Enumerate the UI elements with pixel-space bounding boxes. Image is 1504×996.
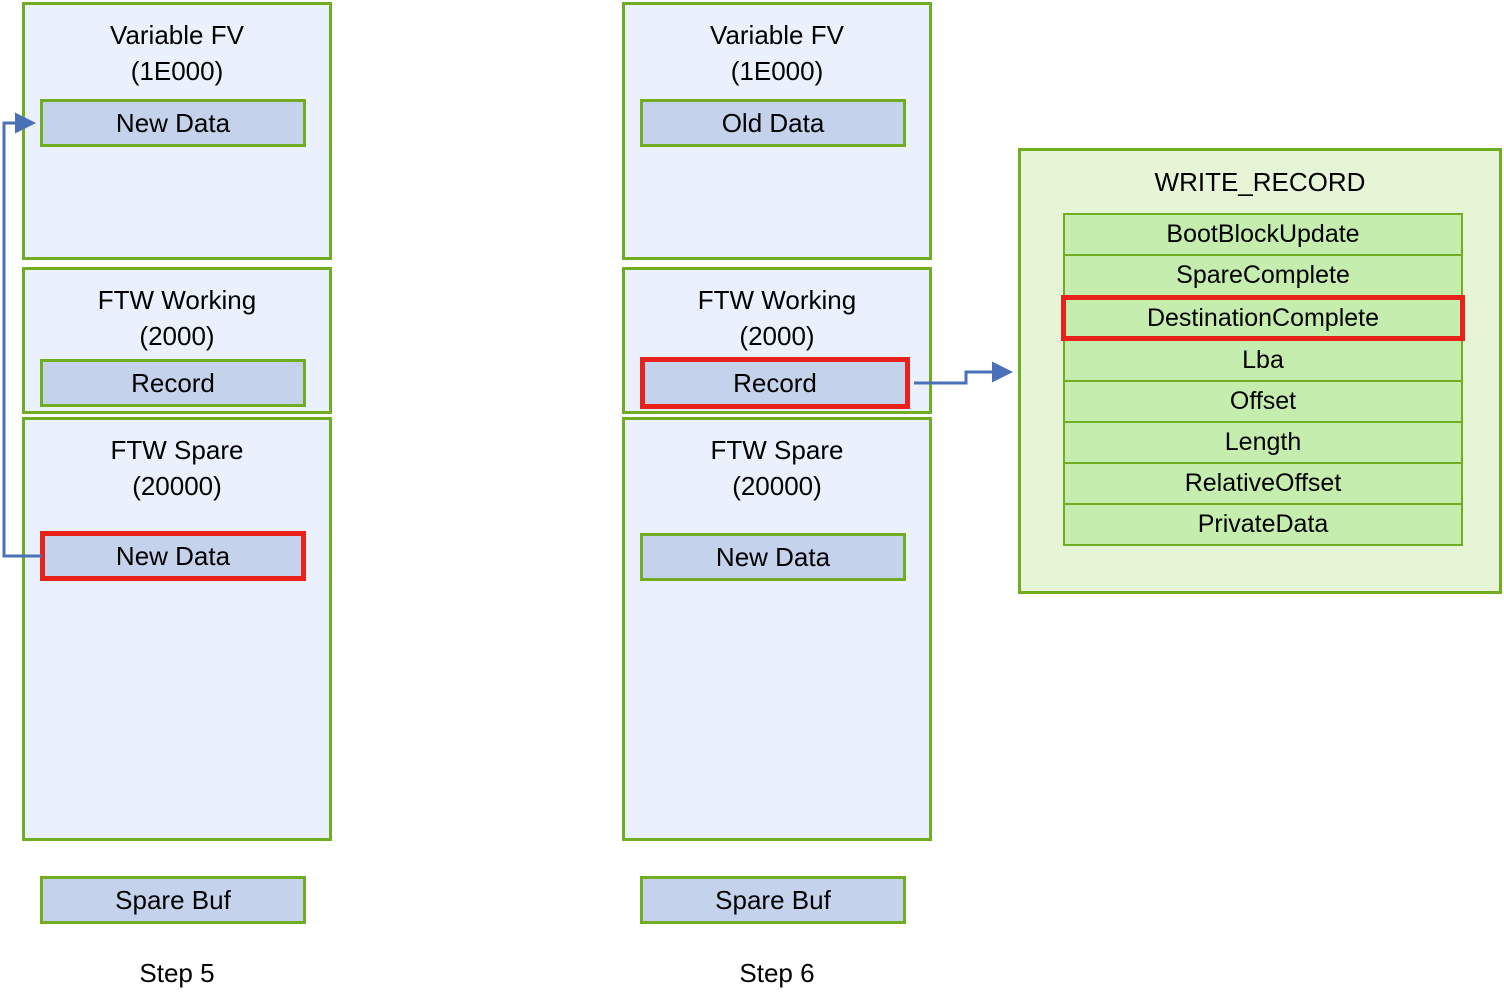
step5-ftw-spare-title: FTW Spare (20000) <box>110 435 244 501</box>
step5-ftw-spare-region: FTW Spare (20000) <box>22 417 332 841</box>
write-record-field-label: SpareComplete <box>1176 261 1350 289</box>
step6-ftw-spare-title: FTW Spare (20000) <box>710 435 844 501</box>
step6-variable-fv-data-label: Old Data <box>721 107 825 138</box>
step5-variable-fv-data-label: New Data <box>115 107 231 138</box>
write-record-title: WRITE_RECORD <box>1154 167 1366 197</box>
step5-ftw-working-data-label: Record <box>131 367 215 398</box>
step5-ftw-spare-data-block: New Data <box>40 531 306 581</box>
write-record-field-row: BootBlockUpdate <box>1063 213 1463 256</box>
write-record-field-label: PrivateData <box>1197 510 1329 538</box>
write-record-field-row: PrivateData <box>1063 503 1463 546</box>
step6-caption: Step 6 <box>622 958 932 989</box>
step6-caption-label: Step 6 <box>739 958 815 988</box>
write-record-field-label: BootBlockUpdate <box>1166 220 1360 248</box>
step6-ftw-working-title: FTW Working (2000) <box>697 285 857 351</box>
step6-variable-fv-data-block: Old Data <box>640 99 906 147</box>
step5-ftw-spare-data-label: New Data <box>115 540 231 571</box>
step6-ftw-spare-region: FTW Spare (20000) <box>622 417 932 841</box>
step6-variable-fv-title: Variable FV (1E000) <box>710 20 844 86</box>
step5-ftw-working-data-block: Record <box>40 359 306 407</box>
step5-variable-fv-title: Variable FV (1E000) <box>110 20 244 86</box>
step6-ftw-spare-data-block: New Data <box>640 533 906 581</box>
write-record-field-label: RelativeOffset <box>1184 469 1342 497</box>
write-record-field-label: Lba <box>1242 346 1284 374</box>
step5-spare-buf-label: Spare Buf <box>115 884 231 915</box>
write-record-panel: WRITE_RECORD BootBlockUpdate SpareComple… <box>1018 148 1502 594</box>
write-record-field-label: Offset <box>1229 387 1297 415</box>
write-record-field-row: RelativeOffset <box>1063 462 1463 505</box>
write-record-field-row-highlighted: DestinationComplete <box>1061 295 1465 341</box>
write-record-field-label: Length <box>1224 428 1302 456</box>
diagram-canvas: Variable FV (1E000) New Data FTW Working… <box>0 0 1504 996</box>
write-record-field-list: BootBlockUpdate SpareComplete Destinatio… <box>1061 213 1465 546</box>
step6-ftw-working-data-label: Record <box>733 367 817 398</box>
write-record-field-row: Lba <box>1063 339 1463 382</box>
step5-caption: Step 5 <box>22 958 332 989</box>
write-record-field-row: Length <box>1063 421 1463 464</box>
step5-spare-buf: Spare Buf <box>40 876 306 924</box>
step6-ftw-working-data-block: Record <box>640 357 910 409</box>
step6-ftw-spare-data-label: New Data <box>715 541 831 572</box>
write-record-field-label: DestinationComplete <box>1146 303 1380 332</box>
step5-ftw-working-title: FTW Working (2000) <box>97 285 257 351</box>
write-record-field-row: Offset <box>1063 380 1463 423</box>
step5-variable-fv-data-block: New Data <box>40 99 306 147</box>
step6-spare-buf-label: Spare Buf <box>715 884 831 915</box>
step5-caption-label: Step 5 <box>139 958 215 988</box>
write-record-field-row: SpareComplete <box>1063 254 1463 297</box>
step6-spare-buf: Spare Buf <box>640 876 906 924</box>
